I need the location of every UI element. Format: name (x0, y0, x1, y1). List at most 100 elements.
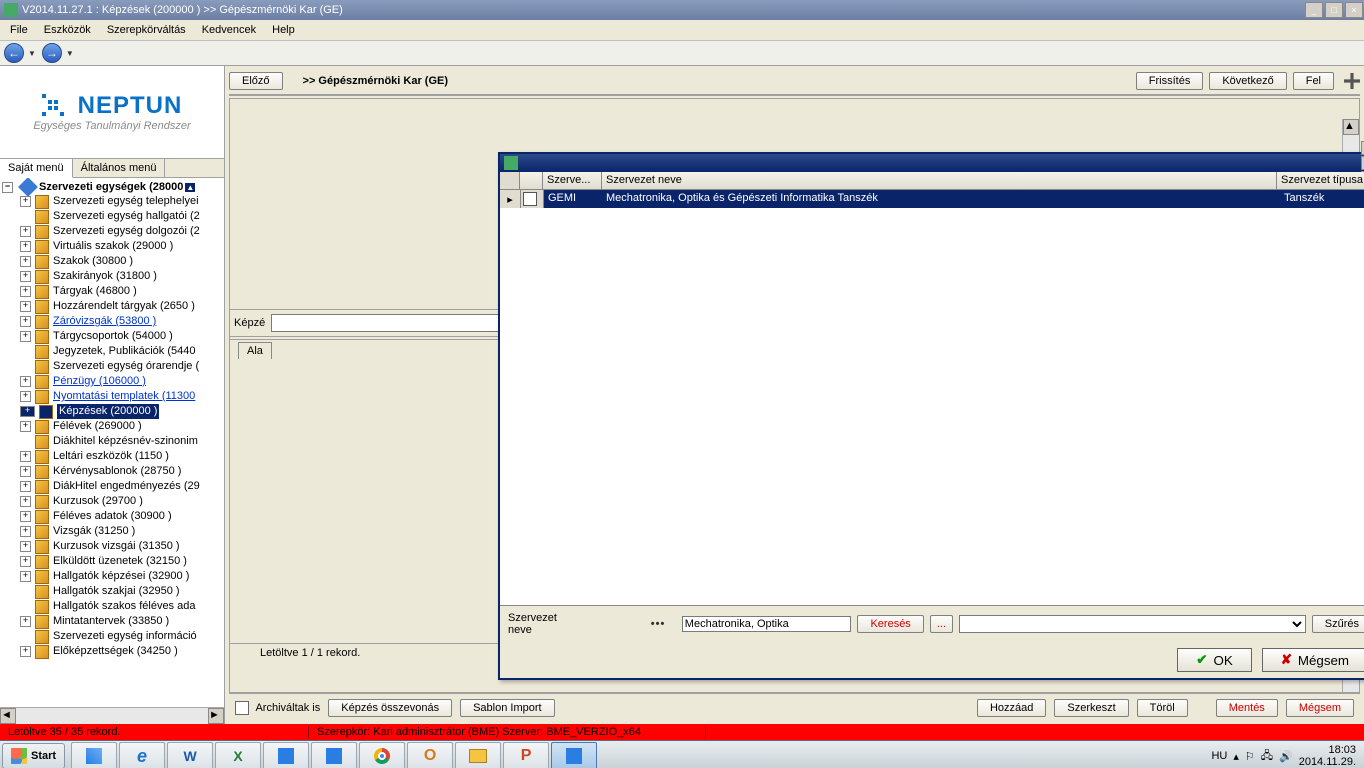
expand-icon[interactable]: + (20, 571, 31, 582)
expand-icon[interactable]: + (20, 286, 31, 297)
delete-button[interactable]: Töröl (1137, 699, 1188, 717)
col-code[interactable]: Szerve... (543, 172, 602, 189)
maximize-button[interactable]: □ (1325, 2, 1343, 18)
tree-item[interactable]: Szervezeti egység információ (2, 629, 222, 644)
minimize-button[interactable]: _ (1305, 2, 1323, 18)
menu-file[interactable]: File (2, 22, 36, 38)
tab-alap[interactable]: Ala (238, 342, 272, 359)
pin-icon[interactable] (1344, 73, 1360, 89)
tree-item[interactable]: +Szervezeti egység dolgozói (2 (2, 224, 222, 239)
dialog-titlebar[interactable]: _ □ × (500, 154, 1364, 172)
taskbar-explorer-button[interactable] (455, 742, 501, 768)
tray-action-icon[interactable]: ⚐ (1245, 750, 1255, 763)
nav-forward-button[interactable]: → (42, 43, 62, 63)
tray-chevron-icon[interactable]: ▴ (1233, 750, 1239, 763)
tree-item[interactable]: +Virtuális szakok (29000 ) (2, 239, 222, 254)
expand-icon[interactable]: + (20, 421, 31, 432)
tab-own-menu[interactable]: Saját menü (0, 159, 73, 178)
tray-network-icon[interactable]: 🖧 (1261, 747, 1273, 766)
row-checkbox-cell[interactable] (521, 190, 544, 208)
tree-item[interactable]: +Féléves adatok (30900 ) (2, 509, 222, 524)
merge-button[interactable]: Képzés összevonás (328, 699, 452, 717)
tree-item[interactable]: +Szervezeti egység telephelyei (2, 194, 222, 209)
tray-clock[interactable]: 18:03 2014.11.29. (1299, 744, 1356, 768)
expand-icon[interactable]: + (20, 226, 31, 237)
taskbar-chrome-button[interactable] (359, 742, 405, 768)
expand-icon[interactable]: + (20, 196, 31, 207)
tree-item-link[interactable]: Záróvizsgák (53800 ) (53, 314, 156, 329)
col-name[interactable]: Szervezet neve (602, 172, 1277, 189)
search-more-button[interactable]: ... (930, 615, 953, 633)
taskbar-windows-button[interactable] (71, 742, 117, 768)
expand-icon[interactable]: + (20, 301, 31, 312)
search-filter-button[interactable]: Szűrés (1312, 615, 1364, 633)
dialog-ok-button[interactable]: ✔ OK (1177, 648, 1251, 672)
tree-item[interactable]: Jegyzetek, Publikációk (5440 (2, 344, 222, 359)
tree-item[interactable]: +Elküldött üzenetek (32150 ) (2, 554, 222, 569)
search-input[interactable] (682, 616, 852, 632)
nav-back-button[interactable]: ← (4, 43, 24, 63)
tree-item[interactable]: Hallgatók szakjai (32950 ) (2, 584, 222, 599)
expand-icon[interactable]: + (20, 496, 31, 507)
edit-button[interactable]: Szerkeszt (1054, 699, 1128, 717)
expand-icon[interactable]: + (20, 316, 31, 327)
scroll-right-button[interactable]: ► (208, 708, 224, 724)
tree-item[interactable]: +Nyomtatási templatek (11300 (2, 389, 222, 404)
left-h-scroll[interactable]: ◄ ► (0, 707, 224, 724)
menu-help[interactable]: Help (264, 22, 303, 38)
expand-icon[interactable]: + (20, 406, 35, 417)
tree-item[interactable]: +Képzések (200000 ) (2, 404, 222, 419)
scroll-left-button[interactable]: ◄ (0, 708, 16, 724)
tree-item[interactable]: Hallgatók szakos féléves ada (2, 599, 222, 614)
tree-item[interactable]: +Tárgyak (46800 ) (2, 284, 222, 299)
start-button[interactable]: Start (2, 743, 65, 768)
taskbar-app2-button[interactable] (311, 742, 357, 768)
expand-icon[interactable]: + (20, 481, 31, 492)
prev-button[interactable]: Előző (229, 72, 283, 90)
search-select[interactable] (959, 615, 1306, 633)
tree-item[interactable]: +Kurzusok (29700 ) (2, 494, 222, 509)
scroll-up-arrow-icon[interactable]: ▲ (185, 183, 195, 192)
menu-favorites[interactable]: Kedvencek (194, 22, 264, 38)
archived-checkbox-wrap[interactable]: Archiváltak is (235, 701, 320, 715)
expand-icon[interactable]: + (20, 271, 31, 282)
tree-item[interactable]: +Tárgycsoportok (54000 ) (2, 329, 222, 344)
expand-icon[interactable]: + (20, 256, 31, 267)
taskbar-powerpoint-button[interactable]: P (503, 742, 549, 768)
table-row[interactable]: GEMI Mechatronika, Optika és Gépészeti I… (521, 190, 1364, 208)
col-type[interactable]: Szervezet típusa (1277, 172, 1364, 189)
nav-back-drop-icon[interactable]: ▼ (28, 49, 36, 58)
cancel-button[interactable]: Mégsem (1286, 699, 1354, 717)
refresh-button[interactable]: Frissítés (1136, 72, 1204, 90)
tree-item[interactable]: +Előképzettségek (34250 ) (2, 644, 222, 659)
taskbar-neptun-button[interactable] (551, 742, 597, 768)
taskbar-word-button[interactable]: W (167, 742, 213, 768)
taskbar-outlook-button[interactable]: O (407, 742, 453, 768)
tree-item[interactable]: +Kérvénysablonok (28750 ) (2, 464, 222, 479)
tree-item-link[interactable]: Pénzügy (106000 ) (53, 374, 146, 389)
save-button[interactable]: Mentés (1216, 699, 1278, 717)
lang-indicator[interactable]: HU (1211, 750, 1227, 762)
tree-item[interactable]: +Hozzárendelt tárgyak (2650 ) (2, 299, 222, 314)
row-checkbox[interactable] (523, 192, 537, 206)
scroll-up-button[interactable]: ▲ (1343, 119, 1359, 135)
tree-item[interactable]: Diákhitel képzésnév-szinonim (2, 434, 222, 449)
tree-item[interactable]: +Szakirányok (31800 ) (2, 269, 222, 284)
taskbar-excel-button[interactable]: X (215, 742, 261, 768)
taskbar-ie-button[interactable]: e (119, 742, 165, 768)
expand-icon[interactable]: + (20, 376, 31, 387)
expand-icon[interactable]: + (20, 241, 31, 252)
expand-icon[interactable]: + (20, 466, 31, 477)
expand-icon[interactable]: + (20, 556, 31, 567)
menu-roleswitch[interactable]: Szerepkörváltás (99, 22, 194, 38)
next-button[interactable]: Következő (1209, 72, 1286, 90)
nav-forward-drop-icon[interactable]: ▼ (66, 49, 74, 58)
expand-icon[interactable]: + (20, 541, 31, 552)
collapse-icon[interactable]: − (2, 182, 13, 193)
search-button[interactable]: Keresés (857, 615, 923, 633)
tree-view[interactable]: −Szervezeti egységek (28000▲+Szervezeti … (0, 178, 224, 707)
close-button[interactable]: × (1345, 2, 1363, 18)
tree-item[interactable]: Szervezeti egység órarendje ( (2, 359, 222, 374)
tree-item[interactable]: +Hallgatók képzései (32900 ) (2, 569, 222, 584)
expand-icon[interactable]: + (20, 451, 31, 462)
